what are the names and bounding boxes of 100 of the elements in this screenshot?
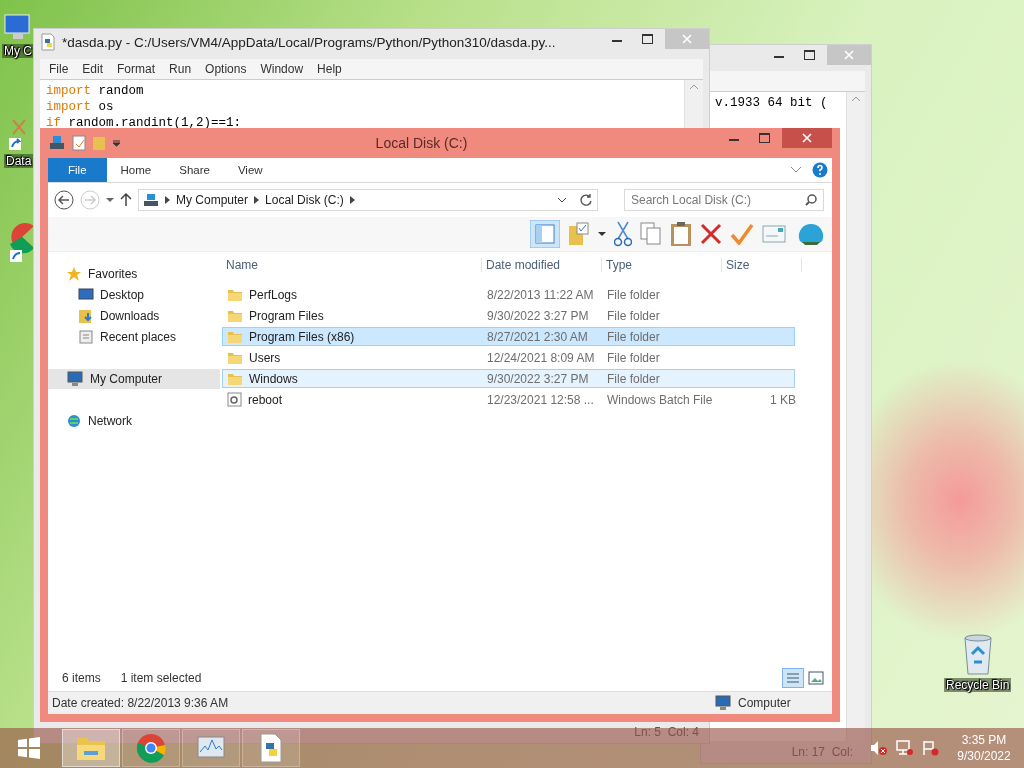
maximize-icon bbox=[758, 133, 770, 143]
shell-icon[interactable] bbox=[798, 222, 824, 246]
file-row[interactable]: reboot 12/23/2021 12:58 ... Windows Batch File 1 KB bbox=[222, 390, 795, 409]
scroll-up-icon bbox=[689, 84, 699, 90]
type-cell-text: File folder bbox=[606, 371, 661, 386]
delete-icon[interactable] bbox=[700, 223, 722, 245]
file-row[interactable]: Program Files (x86) 8/27/2021 2:30 AM File folder bbox=[222, 327, 795, 346]
date-cell-text: 8/22/2013 11:22 AM bbox=[486, 287, 595, 302]
refresh-icon bbox=[579, 193, 593, 207]
menu-item[interactable]: Run bbox=[162, 62, 199, 76]
cursor-position: Ln: 5 Col: 4 bbox=[634, 725, 699, 739]
column-header[interactable]: Date modified bbox=[482, 258, 602, 272]
checkmark-icon[interactable] bbox=[730, 223, 754, 245]
ribbon-tab[interactable]: File bbox=[48, 158, 107, 182]
menu-item[interactable]: Window bbox=[253, 62, 311, 76]
status-details: Date created: 8/22/2013 9:36 AM bbox=[52, 696, 229, 710]
preview-pane-icon[interactable] bbox=[530, 220, 560, 248]
nav-item[interactable]: Network bbox=[48, 411, 220, 431]
menu-item[interactable]: Options bbox=[198, 62, 254, 76]
address-bar[interactable]: My Computer Local Disk (C:) bbox=[138, 189, 598, 211]
gear-file-icon bbox=[227, 392, 242, 407]
chevron-down-icon bbox=[790, 166, 802, 174]
type-cell-text: File folder bbox=[606, 308, 661, 323]
star-icon bbox=[66, 266, 82, 282]
file-row[interactable]: PerfLogs 8/22/2013 11:22 AM File folder bbox=[222, 285, 795, 304]
monitor-icon bbox=[78, 288, 94, 302]
folder-icon bbox=[227, 329, 243, 344]
back-icon[interactable] bbox=[54, 190, 74, 210]
chevron-down-icon bbox=[557, 196, 567, 204]
nav-item[interactable]: Desktop bbox=[48, 285, 220, 305]
python-file-icon bbox=[40, 33, 56, 51]
folder-icon bbox=[227, 371, 243, 386]
maximize-icon bbox=[641, 34, 653, 44]
breadcrumb-item[interactable]: My Computer bbox=[176, 193, 249, 207]
status-location: Computer bbox=[738, 696, 792, 710]
date-cell-text: 12/24/2021 8:09 AM bbox=[486, 350, 596, 365]
chevron-right-icon bbox=[165, 196, 170, 204]
taskbar-app[interactable] bbox=[182, 729, 240, 767]
rename-icon[interactable] bbox=[762, 225, 786, 243]
window-title: Local Disk (C:) bbox=[374, 135, 469, 151]
file-row[interactable]: Users 12/24/2021 8:09 AM File folder bbox=[222, 348, 795, 367]
column-header[interactable]: Name bbox=[222, 258, 482, 272]
nav-item[interactable]: My Computer bbox=[48, 369, 220, 389]
up-arrow-icon bbox=[120, 193, 132, 207]
column-header[interactable]: Size bbox=[722, 258, 802, 272]
properties-icon bbox=[72, 135, 86, 151]
nav-item[interactable]: Downloads bbox=[48, 306, 220, 326]
nav-item[interactable]: Recent places bbox=[48, 327, 220, 347]
date-cell-text: 8/27/2021 2:30 AM bbox=[486, 329, 589, 344]
selection-count: 1 item selected bbox=[120, 671, 202, 685]
file-row[interactable]: Program Files 9/30/2022 3:27 PM File folder bbox=[222, 306, 795, 325]
chevron-right-icon bbox=[254, 196, 260, 204]
scroll-up-icon bbox=[851, 96, 861, 102]
globe-icon bbox=[66, 413, 82, 429]
computer-icon bbox=[3, 12, 33, 42]
copy-icon[interactable] bbox=[640, 222, 662, 246]
folder-icon bbox=[227, 287, 243, 302]
column-header[interactable]: Type bbox=[602, 258, 722, 272]
taskbar-app[interactable] bbox=[62, 729, 120, 767]
windows-logo-icon bbox=[17, 736, 41, 760]
file-name: Windows bbox=[249, 371, 298, 386]
cursor-position: Ln: 17 Col: bbox=[791, 745, 853, 759]
paste-icon[interactable] bbox=[670, 221, 692, 247]
new-folder-icon bbox=[92, 135, 106, 151]
file-name: Users bbox=[249, 350, 281, 365]
type-cell-text: Windows Batch File bbox=[606, 392, 714, 407]
type-cell-text: File folder bbox=[606, 329, 661, 344]
cut-icon[interactable] bbox=[614, 221, 632, 247]
type-cell-text: File folder bbox=[606, 287, 661, 302]
caret-icon bbox=[112, 139, 121, 147]
computer-icon bbox=[714, 695, 732, 711]
details-view-icon[interactable] bbox=[782, 668, 804, 688]
thumbnail-view-icon[interactable] bbox=[808, 671, 824, 685]
date-cell-text: 9/30/2022 3:27 PM bbox=[486, 371, 590, 386]
nav-item[interactable]: Favorites bbox=[48, 264, 220, 284]
date-cell-text: 12/23/2021 12:58 ... bbox=[486, 392, 595, 407]
ribbon-tab[interactable]: Share bbox=[165, 158, 224, 182]
menu-item[interactable]: Format bbox=[110, 62, 163, 76]
taskbar-app[interactable] bbox=[242, 729, 300, 767]
folder-check-icon[interactable] bbox=[568, 222, 590, 246]
forward-icon[interactable] bbox=[80, 190, 100, 210]
size-cell-text: 1 KB bbox=[769, 392, 796, 407]
taskbar-app[interactable] bbox=[122, 729, 180, 767]
ribbon-tab[interactable]: Home bbox=[106, 158, 166, 182]
file-row[interactable]: Windows 9/30/2022 3:27 PM File folder bbox=[222, 369, 795, 388]
menu-item[interactable]: Help bbox=[310, 62, 349, 76]
file-name: Program Files bbox=[249, 308, 324, 323]
file-name: Program Files (x86) bbox=[249, 329, 355, 344]
menu-item[interactable]: File bbox=[42, 62, 76, 76]
speaker-muted-icon bbox=[870, 740, 888, 756]
desktop-icon-label[interactable]: Data bbox=[4, 154, 34, 168]
network-icon bbox=[896, 740, 914, 756]
breadcrumb-item[interactable]: Local Disk (C:) bbox=[265, 193, 344, 207]
search-field[interactable]: Search Local Disk (C:) bbox=[624, 189, 824, 211]
window-title: *dasda.py - C:/Users/VM4/AppData/Local/Programs/Python/Python310/dasda.py... bbox=[62, 34, 557, 50]
chrome-icon bbox=[136, 733, 166, 763]
menu-item[interactable]: Edit bbox=[75, 62, 111, 76]
folder-icon bbox=[227, 308, 243, 323]
file-name: PerfLogs bbox=[249, 287, 298, 302]
ribbon-tab[interactable]: View bbox=[223, 158, 277, 182]
